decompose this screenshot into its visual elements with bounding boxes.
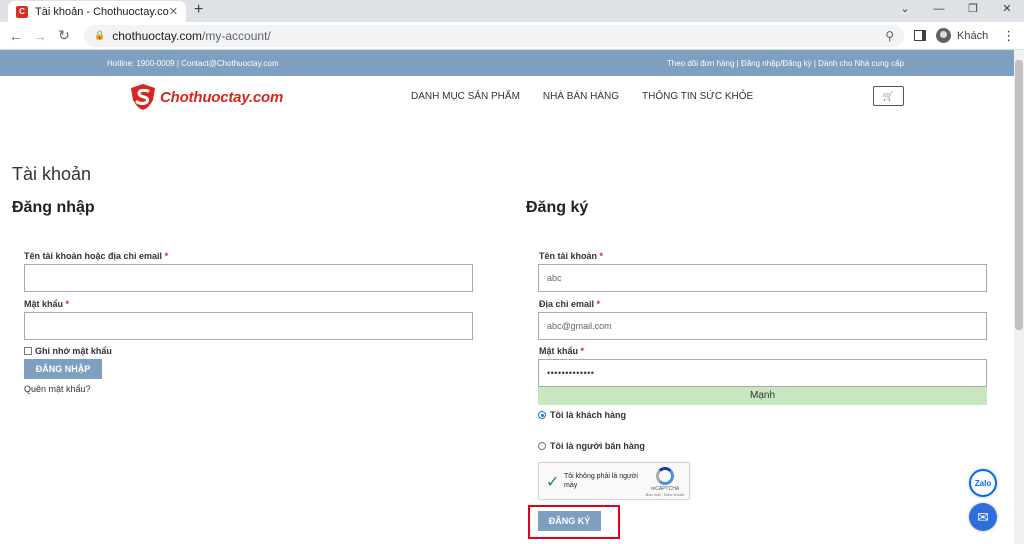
- topbar-links[interactable]: Theo dõi đơn hàng | Đăng nhập/Đăng ký | …: [667, 59, 904, 68]
- page-title: Tài khoản: [12, 164, 92, 184]
- browser-toolbar: ← → ↻ 🔒 chothuoctay.com/my-account/ ⚲ Kh…: [0, 22, 1024, 50]
- register-email-input[interactable]: abc@gmail.com: [538, 312, 987, 340]
- login-password-label: Mật khẩu *: [24, 299, 70, 309]
- radio-selected-icon[interactable]: [538, 411, 546, 419]
- role-customer-label: Tôi là khách hàng: [550, 410, 627, 420]
- browser-tab[interactable]: C Tài khoản - Chothuoctay.com ✕: [8, 1, 186, 22]
- scrollbar-thumb[interactable]: [1015, 60, 1023, 330]
- new-tab-button[interactable]: +: [194, 1, 203, 19]
- site-logo[interactable]: Chothuoctay.com: [128, 82, 283, 112]
- remember-label: Ghi nhớ mật khẩu: [35, 346, 112, 356]
- register-email-label: Địa chỉ email *: [539, 299, 601, 309]
- checkbox-icon[interactable]: [24, 347, 32, 355]
- register-username-label: Tên tài khoản *: [539, 251, 604, 261]
- topbar-contact[interactable]: Hotline: 1900-0009 | Contact@Chothuoctay…: [107, 59, 278, 68]
- window-controls: ⌄ — ❐ ✕: [888, 0, 1024, 20]
- cart-button[interactable]: 🛒: [873, 86, 904, 106]
- recaptcha-brand: reCAPTCHA Bảo mật - Điều khoản: [645, 467, 685, 497]
- forgot-password-link[interactable]: Quên mật khẩu?: [24, 384, 91, 394]
- profile-label[interactable]: Khách: [957, 30, 988, 42]
- recaptcha-text: Tôi không phải là người máy: [564, 473, 638, 489]
- nav-item-health-info[interactable]: THÔNG TIN SỨC KHỎE: [642, 91, 753, 102]
- zalo-chat-button[interactable]: Zalo: [969, 469, 997, 497]
- register-username-input[interactable]: abc: [538, 264, 987, 292]
- radio-unselected-icon[interactable]: [538, 442, 546, 450]
- toolbar-right: Khách ⋮: [914, 28, 1015, 44]
- login-username-label: Tên tài khoản hoặc địa chỉ email *: [24, 251, 169, 261]
- browser-tabbar: C Tài khoản - Chothuoctay.com ✕ + ⌄ — ❐ …: [0, 0, 1024, 22]
- role-customer-radio[interactable]: Tôi là khách hàng: [538, 410, 626, 420]
- back-icon[interactable]: ←: [4, 28, 28, 44]
- close-tab-icon[interactable]: ✕: [169, 5, 178, 18]
- register-button[interactable]: ĐĂNG KÝ: [538, 511, 601, 531]
- page-viewport: Hotline: 1900-0009 | Contact@Chothuoctay…: [0, 50, 1024, 544]
- main-nav: DANH MỤC SẢN PHẨM NHÀ BÁN HÀNG THÔNG TIN…: [411, 91, 753, 102]
- site-topbar: Hotline: 1900-0009 | Contact@Chothuoctay…: [0, 50, 1024, 76]
- side-panel-icon[interactable]: [914, 30, 926, 41]
- remember-checkbox[interactable]: Ghi nhớ mật khẩu: [24, 346, 112, 356]
- url-host: chothuoctay.com: [112, 28, 203, 43]
- login-username-input[interactable]: [24, 264, 473, 292]
- register-password-input[interactable]: •••••••••••••: [538, 359, 987, 387]
- tab-search-icon[interactable]: ⌄: [888, 0, 922, 20]
- login-title: Đăng nhập: [12, 199, 95, 216]
- close-window-icon[interactable]: ✕: [990, 0, 1024, 20]
- url-path: /my-account/: [202, 28, 271, 43]
- address-bar[interactable]: 🔒 chothuoctay.com/my-account/ ⚲: [84, 24, 904, 47]
- nav-item-categories[interactable]: DANH MỤC SẢN PHẨM: [411, 91, 520, 102]
- minimize-icon[interactable]: —: [922, 0, 956, 20]
- site-header: Chothuoctay.com DANH MỤC SẢN PHẨM NHÀ BÁ…: [0, 76, 1024, 122]
- logo-shield-icon: [131, 84, 155, 110]
- favicon-icon: C: [16, 5, 28, 18]
- guest-avatar-icon[interactable]: [936, 28, 951, 43]
- page-scrollbar[interactable]: [1014, 50, 1024, 544]
- reload-icon[interactable]: ↻: [52, 27, 76, 44]
- lock-icon[interactable]: 🔒: [94, 30, 105, 41]
- recaptcha-logo-icon: [656, 467, 674, 485]
- register-password-label: Mật khẩu *: [539, 346, 585, 356]
- password-strength-meter: Mạnh: [538, 387, 987, 405]
- tab-title: Tài khoản - Chothuoctay.com: [35, 5, 169, 18]
- nav-item-sellers[interactable]: NHÀ BÁN HÀNG: [543, 91, 619, 102]
- recaptcha-widget[interactable]: ✓ Tôi không phải là người máy reCAPTCHA …: [538, 462, 690, 500]
- role-seller-label: Tôi là người bán hàng: [550, 441, 645, 451]
- role-seller-radio[interactable]: Tôi là người bán hàng: [538, 441, 645, 451]
- recaptcha-privacy[interactable]: Bảo mật - Điều khoản: [645, 492, 685, 497]
- register-title: Đăng ký: [526, 199, 589, 216]
- messenger-icon[interactable]: ✉: [969, 503, 997, 531]
- logo-text: Chothuoctay.com: [160, 88, 284, 106]
- check-icon: ✓: [546, 474, 560, 491]
- forward-icon[interactable]: →: [28, 28, 52, 44]
- restore-icon[interactable]: ❐: [956, 0, 990, 20]
- login-button[interactable]: ĐĂNG NHẬP: [24, 359, 102, 379]
- more-menu-icon[interactable]: ⋮: [1002, 28, 1015, 44]
- login-password-input[interactable]: [24, 312, 473, 340]
- zoom-icon[interactable]: ⚲: [885, 29, 894, 43]
- cart-icon: 🛒: [882, 91, 895, 101]
